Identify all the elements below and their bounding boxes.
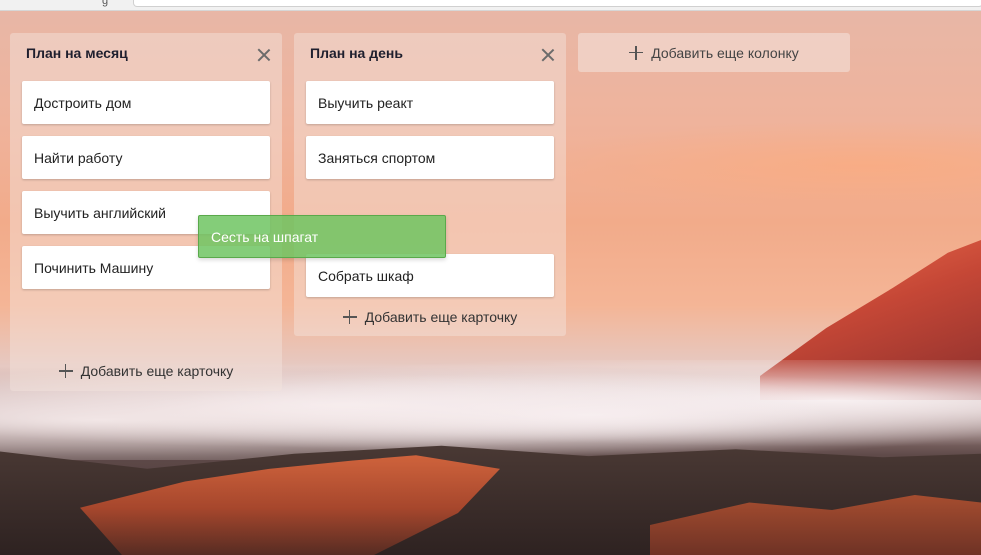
close-icon[interactable] <box>256 47 272 63</box>
column-plan-month: План на месяц Достроить дом Найти работу… <box>10 33 282 391</box>
card[interactable]: Найти работу <box>22 136 270 179</box>
add-card-button[interactable]: Добавить еще карточку <box>294 309 566 325</box>
card[interactable]: Заняться спортом <box>306 136 554 179</box>
add-column-button[interactable]: Добавить еще колонку <box>578 33 850 72</box>
browser-top-bar: g <box>0 0 981 11</box>
add-column-label: Добавить еще колонку <box>651 44 799 61</box>
dragging-card[interactable]: Сесть на шпагат <box>198 215 446 258</box>
card[interactable]: Собрать шкаф <box>306 254 554 297</box>
plus-icon <box>58 364 73 378</box>
plus-icon <box>629 45 644 60</box>
close-icon[interactable] <box>540 47 556 63</box>
add-card-label: Добавить еще карточку <box>80 363 234 379</box>
column-title: План на месяц <box>26 45 128 61</box>
background-haze <box>521 120 981 210</box>
card[interactable]: Выучить реакт <box>306 81 554 124</box>
add-card-label: Добавить еще карточку <box>364 309 518 325</box>
card[interactable]: Достроить дом <box>22 81 270 124</box>
plus-icon <box>342 310 357 324</box>
column-plan-day: План на день Выучить реакт Заняться спор… <box>294 33 566 336</box>
partial-glyph: g <box>102 0 109 7</box>
browser-address-field[interactable] <box>133 0 981 7</box>
add-card-button[interactable]: Добавить еще карточку <box>10 363 282 379</box>
column-title: План на день <box>310 45 403 61</box>
